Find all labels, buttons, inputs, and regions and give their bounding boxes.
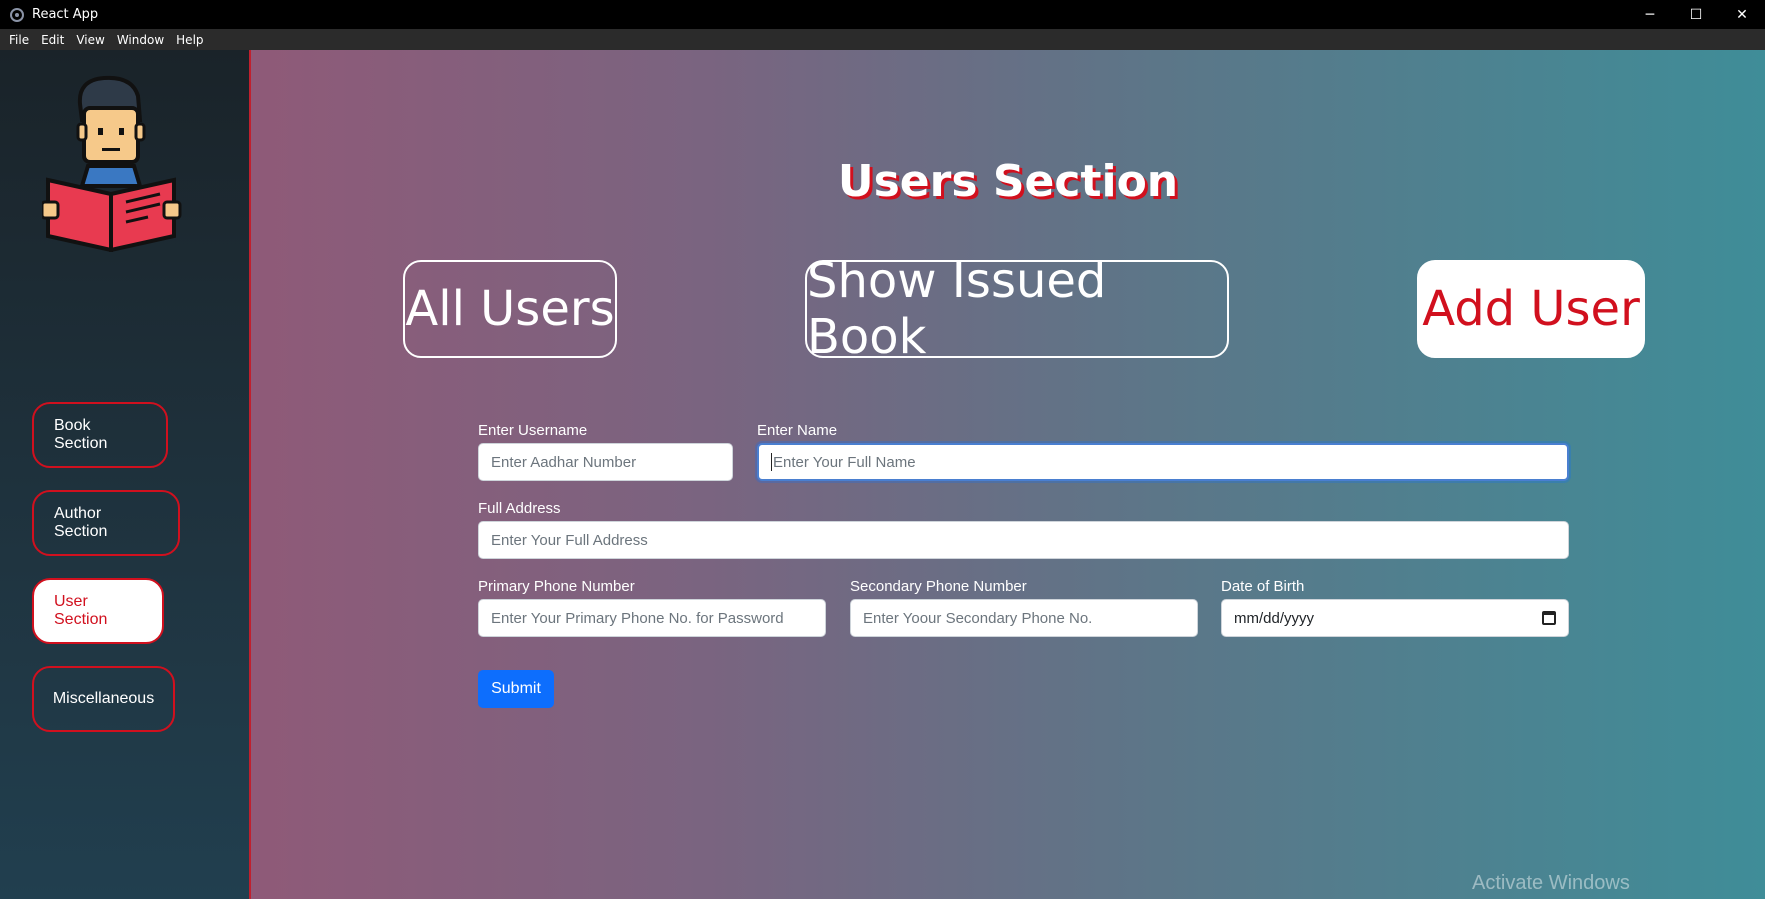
menu-edit[interactable]: Edit (35, 33, 70, 47)
activate-windows-watermark: Activate Windows (1472, 872, 1630, 894)
maximize-button[interactable]: ☐ (1673, 0, 1719, 29)
dob-value: mm/dd/yyyy (1234, 609, 1315, 627)
electron-app-icon (10, 7, 24, 22)
minimize-button[interactable]: ─ (1627, 0, 1673, 29)
address-label: Full Address (478, 500, 561, 517)
dob-label: Date of Birth (1221, 578, 1305, 595)
name-input[interactable]: Enter Your Full Name (757, 443, 1569, 481)
page-title: Users Section (837, 156, 1179, 207)
primary-phone-input[interactable]: Enter Your Primary Phone No. for Passwor… (478, 599, 826, 637)
text-caret (771, 453, 772, 471)
close-button[interactable]: ✕ (1719, 0, 1765, 29)
reading-person-icon (42, 75, 182, 252)
primary-phone-placeholder: Enter Your Primary Phone No. for Passwor… (491, 609, 784, 627)
menu-window[interactable]: Window (111, 33, 170, 47)
name-label: Enter Name (757, 422, 838, 439)
sidebar-item-user-section[interactable]: User Section (32, 578, 164, 644)
menu-help[interactable]: Help (170, 33, 209, 47)
dob-input[interactable]: mm/dd/yyyy (1221, 599, 1569, 637)
submit-button[interactable]: Submit (478, 670, 554, 708)
sidebar-item-author-section[interactable]: Author Section (32, 490, 180, 556)
window-controls: ─ ☐ ✕ (1627, 0, 1765, 29)
window-title: React App (32, 7, 99, 22)
username-input[interactable]: Enter Aadhar Number (478, 443, 733, 481)
menu-view[interactable]: View (70, 33, 110, 47)
address-input[interactable]: Enter Your Full Address (478, 521, 1569, 559)
tab-add-user[interactable]: Add User (1417, 260, 1645, 358)
tab-all-users[interactable]: All Users (403, 260, 617, 358)
window-title-bar: React App ─ ☐ ✕ (0, 0, 1765, 29)
calendar-icon[interactable] (1542, 611, 1556, 625)
username-placeholder: Enter Aadhar Number (491, 453, 637, 471)
menu-file[interactable]: File (3, 33, 35, 47)
menu-bar: File Edit View Window Help (0, 29, 1765, 50)
secondary-phone-placeholder: Enter Yoour Secondary Phone No. (863, 609, 1093, 627)
sidebar: Book Section Author Section User Section… (0, 50, 251, 899)
sidebar-item-book-section[interactable]: Book Section (32, 402, 168, 468)
primary-phone-label: Primary Phone Number (478, 578, 635, 595)
address-placeholder: Enter Your Full Address (491, 531, 648, 549)
tab-show-issued-book[interactable]: Show Issued Book (805, 253, 1229, 365)
username-label: Enter Username (478, 422, 588, 439)
secondary-phone-label: Secondary Phone Number (850, 578, 1027, 595)
main-content: Users Section All Users Show Issued Book… (251, 50, 1765, 899)
sidebar-item-miscellaneous[interactable]: Miscellaneous (32, 666, 175, 732)
secondary-phone-input[interactable]: Enter Yoour Secondary Phone No. (850, 599, 1198, 637)
name-placeholder: Enter Your Full Name (773, 453, 916, 471)
